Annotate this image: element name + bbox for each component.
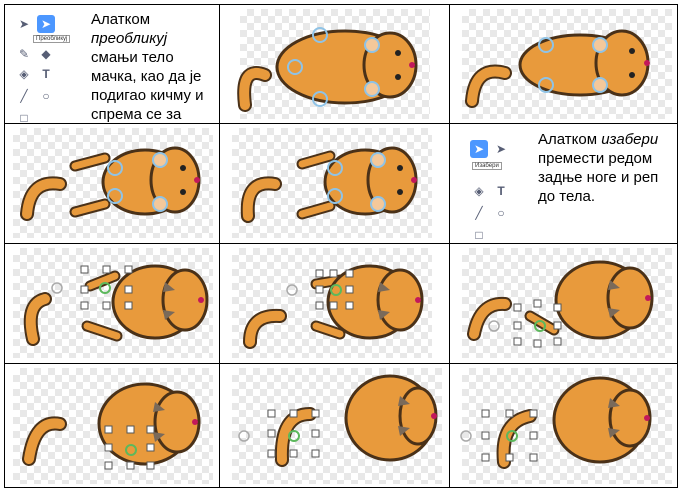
rectangle-icon[interactable]: □ bbox=[15, 109, 33, 123]
text-icon[interactable]: T bbox=[37, 65, 55, 83]
caption-text: Алатком bbox=[91, 11, 151, 28]
cat-drawing bbox=[467, 260, 654, 348]
cat-drawing bbox=[243, 264, 424, 349]
circle-icon[interactable]: ○ bbox=[492, 204, 510, 222]
cell-step-6: ➤ ➤ Изабери ◈ T ╱ ○ □ Алатком изабери пр… bbox=[450, 124, 679, 243]
eraser-icon[interactable]: ◆ bbox=[37, 45, 55, 63]
cell-step-1: ➤ ➤ Преобликуј ✎ ◆ ◈ T ╱ ○ □ Алатком пре… bbox=[5, 5, 219, 123]
reshape-tooltip: Преобликуј bbox=[33, 35, 71, 43]
step-1-caption: Алатком преобликуј смањи тело мачка, као… bbox=[91, 10, 217, 123]
cat-drawing bbox=[460, 376, 652, 469]
cat-drawing bbox=[240, 146, 418, 223]
cat-drawing bbox=[238, 374, 438, 467]
select-tooltip: Изабери bbox=[472, 162, 502, 170]
select-arrow-icon[interactable]: ➤ bbox=[15, 15, 33, 33]
cat-drawing bbox=[465, 29, 650, 108]
cell-step-12 bbox=[450, 364, 679, 488]
cat-drawing bbox=[20, 146, 201, 221]
cell-step-9 bbox=[450, 244, 679, 363]
line-icon[interactable]: ╱ bbox=[470, 204, 488, 222]
select-arrow-icon[interactable]: ➤ bbox=[470, 140, 488, 158]
cell-step-10 bbox=[5, 364, 219, 488]
fill-icon[interactable]: ◈ bbox=[470, 182, 488, 200]
caption-text: премести редом задње ноге и реп до тела. bbox=[538, 150, 659, 205]
cat-drawing bbox=[22, 382, 201, 470]
cell-step-5 bbox=[220, 124, 449, 243]
cell-step-3 bbox=[450, 5, 679, 123]
cell-step-8 bbox=[220, 244, 449, 363]
fill-icon[interactable]: ◈ bbox=[15, 65, 33, 83]
circle-icon[interactable]: ○ bbox=[37, 87, 55, 105]
rectangle-icon[interactable]: □ bbox=[470, 226, 488, 243]
line-icon[interactable]: ╱ bbox=[15, 87, 33, 105]
paint-toolbar: ➤ ➤ Изабери ◈ T ╱ ○ □ bbox=[468, 138, 514, 242]
paint-toolbar: ➤ ➤ Преобликуј ✎ ◆ ◈ T ╱ ○ □ bbox=[13, 13, 71, 123]
reshape-arrow-icon[interactable]: ➤ bbox=[492, 140, 510, 158]
cat-drawing bbox=[23, 264, 209, 346]
cell-step-4 bbox=[5, 124, 219, 243]
caption-text: смањи тело мачка, као да је подигао кичм… bbox=[91, 49, 204, 123]
tool-name-text: изабери bbox=[601, 131, 659, 148]
brush-icon[interactable]: ✎ bbox=[15, 45, 33, 63]
cell-step-11 bbox=[220, 364, 449, 488]
tool-name-text: преобликуј bbox=[91, 30, 168, 47]
reshape-arrow-icon[interactable]: ➤ bbox=[37, 15, 55, 33]
cat-drawing bbox=[237, 27, 418, 112]
cell-step-7 bbox=[5, 244, 219, 363]
cell-step-2 bbox=[220, 5, 449, 123]
storyboard-table: ➤ ➤ Преобликуј ✎ ◆ ◈ T ╱ ○ □ Алатком пре… bbox=[4, 4, 678, 488]
caption-text: Алатком bbox=[538, 131, 598, 148]
step-6-caption: Алатком изабери премести редом задње ног… bbox=[538, 130, 674, 206]
text-icon[interactable]: T bbox=[492, 182, 510, 200]
